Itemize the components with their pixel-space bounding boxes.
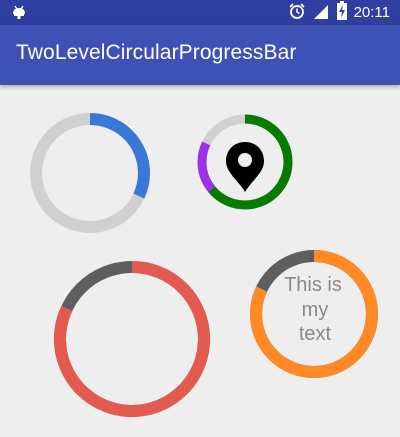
ring-text-line-2: my	[302, 299, 329, 321]
red-progress-ring	[54, 261, 210, 417]
progress-stage: This is my text	[30, 113, 378, 417]
location-pin-icon	[226, 142, 264, 192]
blue-progress-ring	[30, 113, 150, 233]
ring-text-line-1: This is	[284, 274, 342, 296]
ring-text-line-3: text	[299, 323, 332, 345]
